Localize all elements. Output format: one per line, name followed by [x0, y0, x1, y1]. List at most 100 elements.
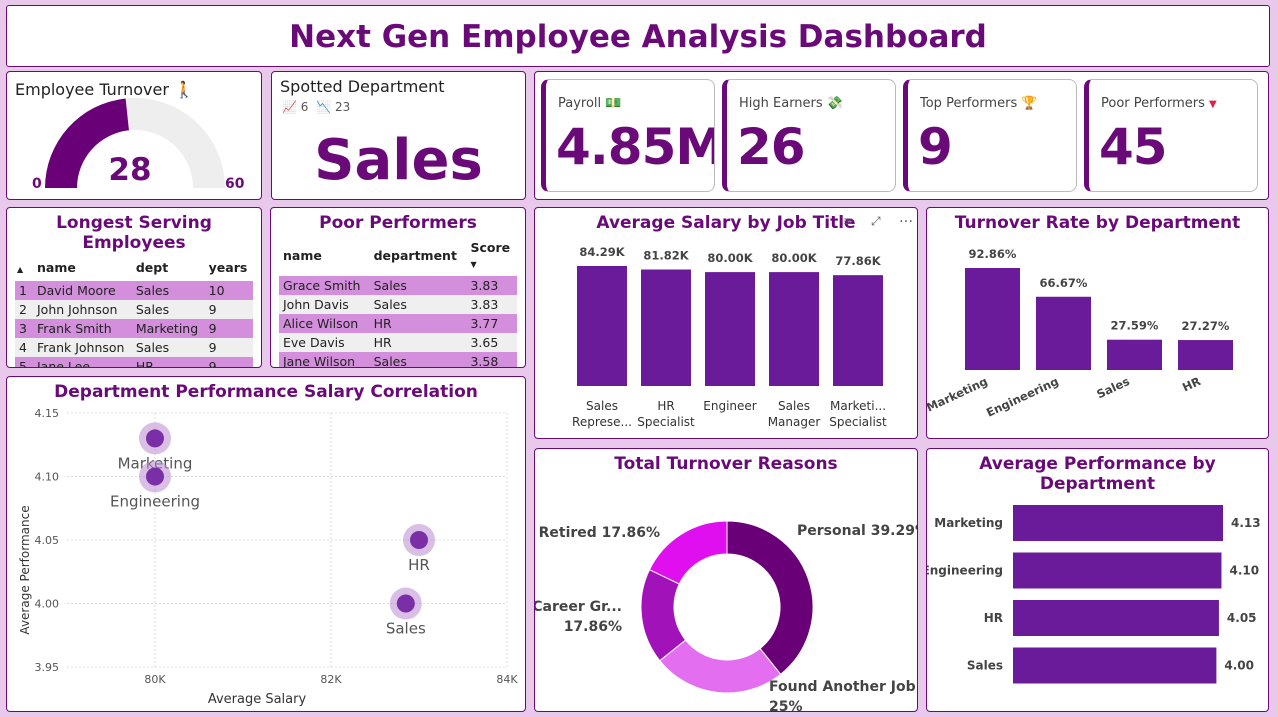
slice-label: Found Another Job: [769, 679, 916, 695]
kpi-high-earners-label: High Earners 💸: [739, 96, 843, 111]
kpi-high-earners[interactable]: High Earners 💸 26: [722, 79, 896, 192]
salary-category-label: Specialist: [637, 415, 695, 429]
spotted-department-card[interactable]: Spotted Department 📈 6 📉 23 Sales: [271, 71, 526, 200]
cell-score: 3.58: [466, 352, 517, 367]
performance-bar: [1013, 505, 1223, 541]
salary-bar: [577, 266, 627, 386]
cell-name: Jane Lee: [33, 357, 132, 367]
filter-icon[interactable]: ≡: [843, 214, 853, 228]
more-options-icon[interactable]: …: [899, 210, 913, 226]
correlation-card[interactable]: Department Performance Salary Correlatio…: [6, 376, 526, 712]
cell-score: 3.65: [466, 333, 517, 352]
table-row[interactable]: 4 Frank Johnson Sales 9: [15, 338, 253, 357]
donut-slice: [726, 520, 814, 675]
poor-performers-title: Poor Performers: [319, 213, 477, 233]
performance-bar: [1013, 600, 1219, 636]
turnover-reasons-title: Total Turnover Reasons: [614, 454, 838, 474]
x-tick-label: 80K: [144, 673, 166, 686]
kpi-high-earners-value: 26: [737, 118, 806, 176]
gauge-max: 60: [225, 176, 245, 192]
avg-salary-card[interactable]: Average Salary by Job Title ≡ ⤢ … 84.29K…: [534, 207, 918, 439]
performance-category-label: Sales: [967, 659, 1003, 673]
performance-bar-label: 4.10: [1229, 564, 1259, 578]
row-index: 1: [15, 281, 33, 300]
turnover-category-label: Engineering: [984, 374, 1061, 420]
kpi-top-performers[interactable]: Top Performers 🏆 9: [903, 79, 1077, 192]
y-tick-label: 3.95: [35, 661, 60, 674]
turnover-bar: [1036, 296, 1091, 370]
table-row[interactable]: Jane Wilson Sales 3.58: [279, 352, 517, 367]
longest-serving-table[interactable]: ▲ name dept years 1 David Moore Sales 10 2 Jo…: [15, 257, 253, 367]
y-axis-title: Average Performance: [18, 505, 32, 634]
salary-bar: [833, 275, 883, 386]
table-row[interactable]: 3 Frank Smith Marketing 9: [15, 319, 253, 338]
x-tick-label: 84K: [496, 673, 518, 686]
performance-bar-label: 4.13: [1231, 516, 1261, 530]
col-name[interactable]: name: [279, 237, 370, 276]
poor-performers-card[interactable]: Poor Performers name department Score ▼ G…: [270, 207, 526, 368]
turnover-rate-card[interactable]: Turnover Rate by Department 92.86% Market…: [926, 207, 1269, 439]
table-row[interactable]: 5 Jane Lee HR 9: [15, 357, 253, 367]
salary-bar: [641, 269, 691, 386]
cell-dept: Sales: [131, 338, 205, 357]
chart-down-icon: 📉: [316, 100, 332, 114]
turnover-bar: [965, 268, 1020, 370]
table-row[interactable]: Eve Davis HR 3.65: [279, 333, 517, 352]
cell-name: John Johnson: [33, 300, 132, 319]
turnover-gauge: 28 0 60: [32, 98, 245, 192]
salary-category-label: Sales: [778, 399, 810, 413]
turnover-rate-chart: 92.86% Marketing 66.67% Engineering 27.59% Sa…: [927, 247, 1233, 420]
table-row[interactable]: John Davis Sales 3.83: [279, 295, 517, 314]
turnover-reasons-card[interactable]: Total Turnover Reasons Personal 39.29% Fo…: [534, 448, 918, 712]
kpi-poor-performers[interactable]: Poor Performers ▼ 45: [1084, 79, 1258, 192]
turnover-bar-label: 27.27%: [1182, 319, 1230, 333]
correlation-chart: 4.15 4.10 4.05 4.00 3.95 80K 82K 84K Average Sal…: [18, 407, 518, 707]
cell-name: Jane Wilson: [279, 352, 370, 367]
cell-name: Frank Johnson: [33, 338, 132, 357]
cell-years: 9: [204, 338, 253, 357]
turnover-bar-label: 66.67%: [1040, 276, 1088, 290]
gauge-value: 28: [108, 152, 151, 188]
cell-years: 9: [204, 357, 253, 367]
focus-mode-icon[interactable]: ⤢: [871, 214, 881, 229]
poor-performers-table[interactable]: name department Score ▼ Grace Smith Sales 3…: [279, 237, 517, 367]
table-row[interactable]: 2 John Johnson Sales 9: [15, 300, 253, 319]
performance-bar: [1013, 647, 1217, 684]
salary-category-label: Sales: [586, 399, 618, 413]
table-row[interactable]: 1 David Moore Sales 10: [15, 281, 253, 300]
performance-category-label: Engineering: [927, 564, 1003, 578]
col-score[interactable]: Score ▼: [466, 237, 517, 276]
data-point: [146, 429, 164, 448]
turnover-category-label: Sales: [1094, 374, 1131, 401]
cell-name: David Moore: [33, 281, 132, 300]
longest-serving-card[interactable]: Longest Serving Employees ▲ name dept ye…: [6, 207, 262, 368]
longest-serving-title: Longest Serving Employees: [56, 213, 212, 253]
kpi-poor-performers-label: Poor Performers ▼: [1101, 96, 1217, 111]
row-index: 3: [15, 319, 33, 338]
salary-bar: [769, 272, 819, 386]
salary-category-label: Engineer: [703, 399, 757, 413]
col-dept[interactable]: dept: [132, 257, 205, 281]
col-name[interactable]: name: [33, 257, 132, 281]
kpi-poor-performers-value: 45: [1099, 118, 1168, 176]
kpi-payroll-label: Payroll 💵: [558, 96, 622, 111]
avg-performance-card[interactable]: Average Performance by Department Market…: [926, 448, 1269, 712]
kpi-payroll[interactable]: Payroll 💵 4.85M: [541, 79, 715, 192]
cell-department: Sales: [369, 352, 467, 367]
col-years[interactable]: years: [205, 257, 253, 281]
kpi-payroll-value: 4.85M: [556, 118, 715, 176]
cell-dept: Sales: [131, 281, 205, 300]
point-label: Sales: [386, 620, 426, 638]
sort-up-icon[interactable]: ▲: [17, 265, 23, 274]
money-icon: 💵: [605, 96, 622, 111]
table-row[interactable]: Grace Smith Sales 3.83: [279, 276, 517, 295]
turnover-bar: [1178, 340, 1233, 370]
turnover-gauge-card[interactable]: Employee Turnover 🚶 28 0 60: [6, 71, 262, 200]
cell-score: 3.83: [466, 295, 517, 314]
x-tick-label: 82K: [320, 673, 342, 686]
kpi-top-performers-value: 9: [918, 118, 953, 176]
turnover-bar-label: 92.86%: [969, 247, 1017, 261]
up-count: 6: [300, 100, 309, 114]
table-row[interactable]: Alice Wilson HR 3.77: [279, 314, 517, 333]
col-department[interactable]: department: [370, 237, 467, 276]
